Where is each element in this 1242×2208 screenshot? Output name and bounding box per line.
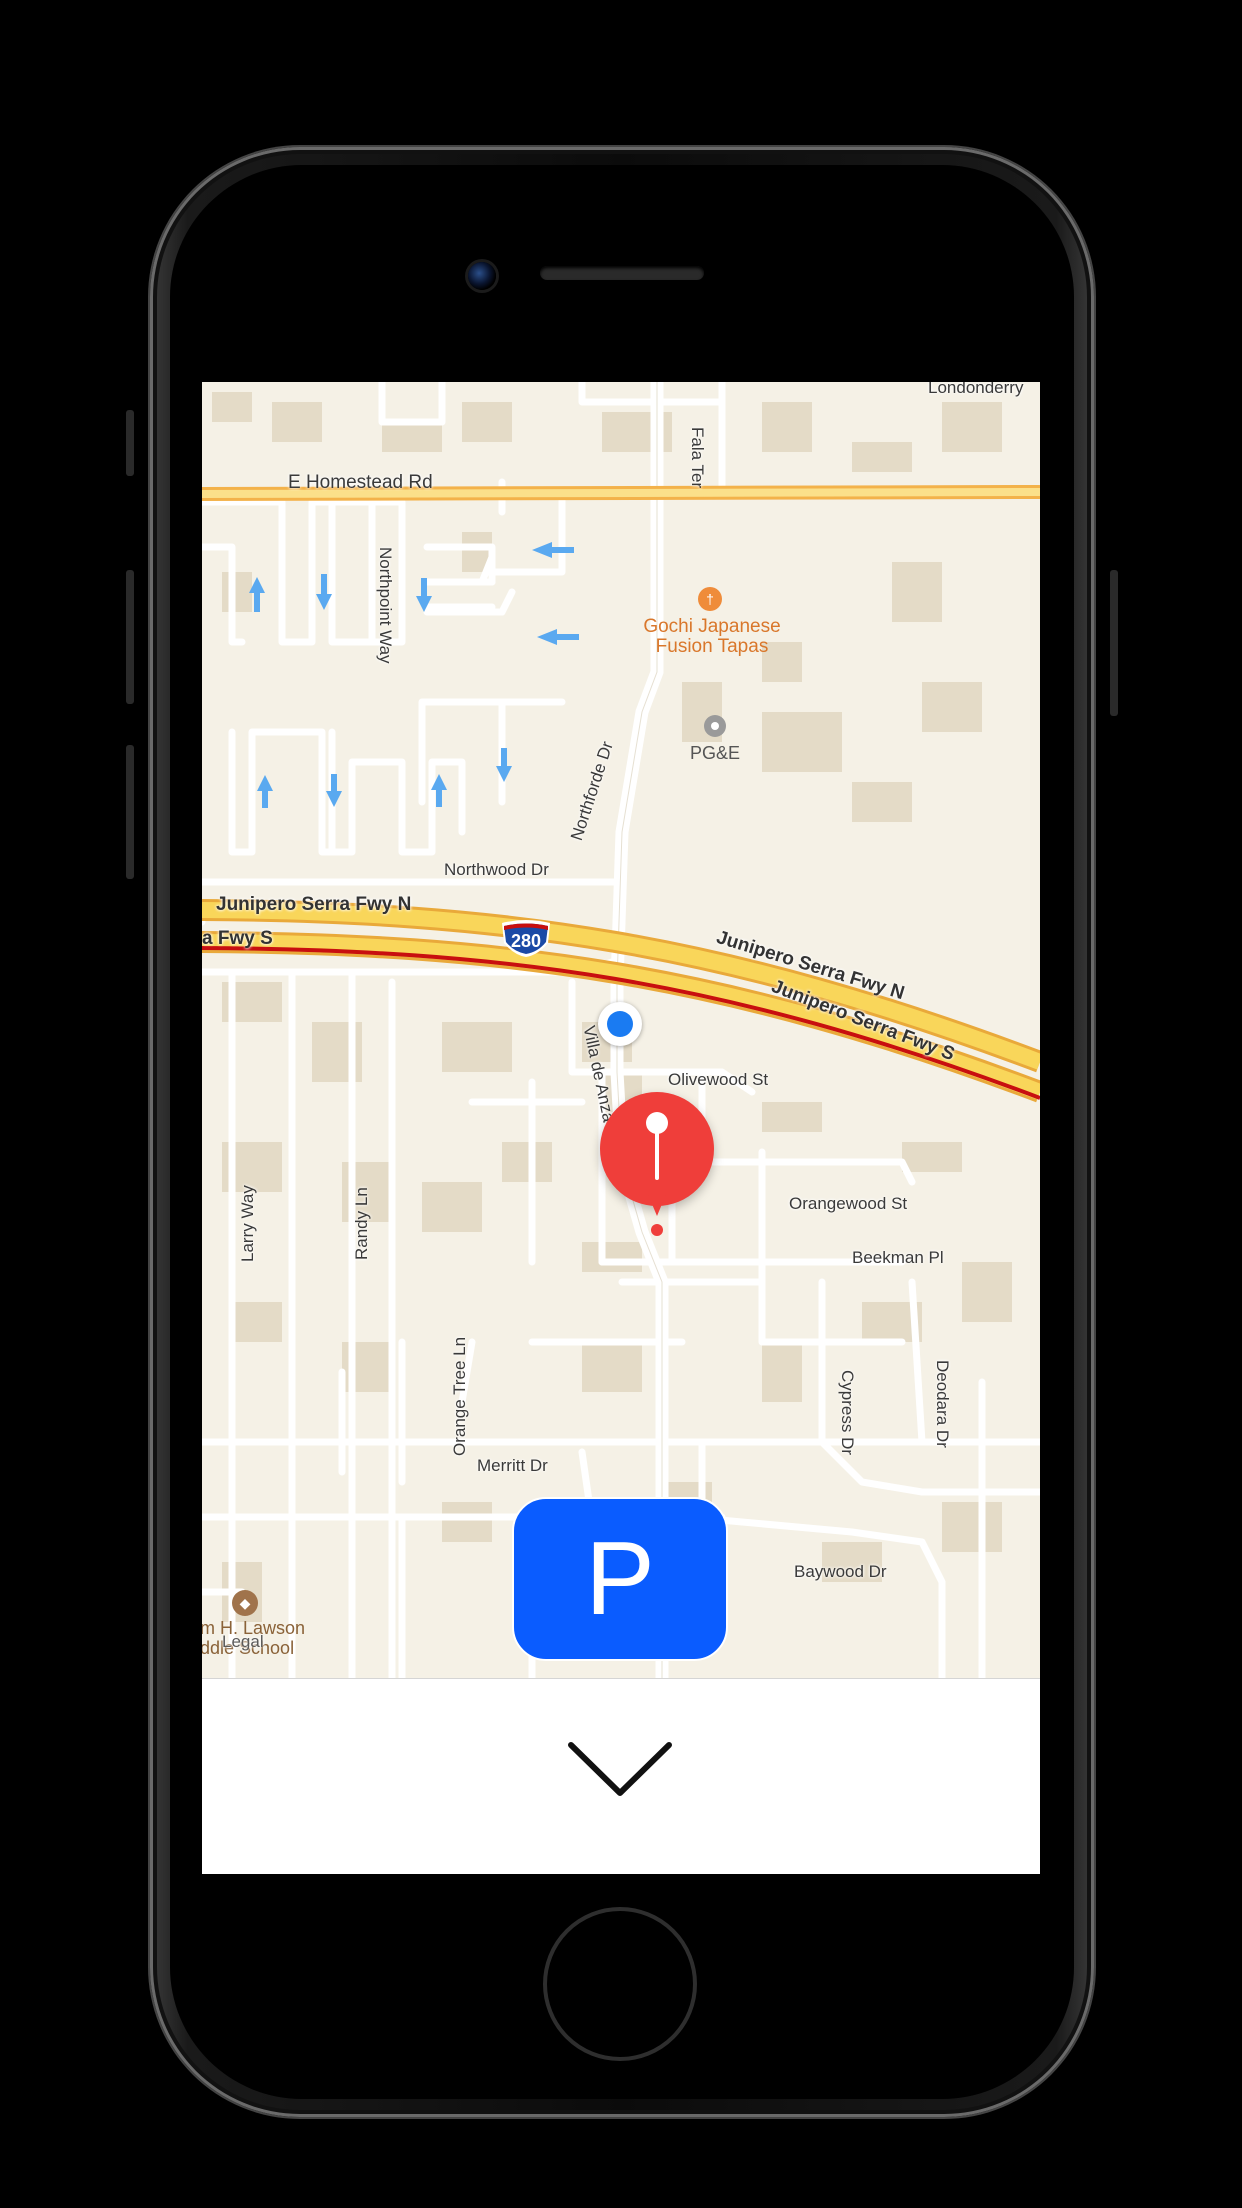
mute-switch	[126, 410, 134, 476]
front-camera	[468, 262, 496, 290]
street-label-cypress: Cypress Dr	[838, 1370, 857, 1456]
street-label-baywood: Baywood Dr	[794, 1562, 887, 1581]
shield-label: 280	[510, 931, 542, 951]
map-view[interactable]: 280 E Homestead Rd Londonderry Fala Ter …	[202, 382, 1040, 1678]
user-location-dot	[598, 1002, 642, 1046]
street-label-orange-tree: Orange Tree Ln	[450, 1336, 469, 1456]
earpiece-speaker	[540, 266, 704, 280]
home-button[interactable]	[543, 1907, 697, 2061]
street-label-junipero-s-left: a Fwy S	[202, 928, 273, 949]
parking-button[interactable]: P	[512, 1497, 728, 1661]
street-label-northwood: Northwood Dr	[444, 860, 549, 879]
interstate-280-shield: 280	[498, 917, 554, 957]
poi-utility-label: PG&E	[689, 743, 741, 763]
screen: 280 E Homestead Rd Londonderry Fala Ter …	[202, 382, 1040, 1874]
street-label-deodara: Deodara Dr	[933, 1360, 952, 1448]
poi-restaurant-label: Gochi Japanese Fusion Tapas	[643, 616, 781, 657]
volume-down-button	[126, 745, 134, 879]
street-label-randy: Randy Ln	[352, 1187, 371, 1260]
map-legal-link[interactable]: Legal	[222, 1632, 264, 1652]
street-label-beekman: Beekman Pl	[852, 1248, 944, 1267]
graduation-cap-icon: ◆	[232, 1590, 258, 1616]
pin-icon[interactable]	[600, 1092, 714, 1242]
power-button	[1110, 570, 1118, 716]
street-label-homestead: E Homestead Rd	[288, 472, 433, 493]
street-label-larry: Larry Way	[238, 1185, 257, 1262]
circle-dot-icon	[704, 715, 726, 737]
street-label-northpoint: Northpoint Way	[376, 547, 395, 664]
street-label-fala: Fala Ter	[688, 427, 707, 489]
bottom-panel	[202, 1678, 1040, 1874]
street-label-junipero-n-left: Junipero Serra Fwy N	[216, 894, 412, 915]
street-label-londonderry: Londonderry	[928, 382, 1024, 397]
chevron-down-icon[interactable]	[565, 1735, 675, 1805]
fork-knife-icon: †	[698, 587, 722, 611]
street-label-orangewood: Orangewood St	[789, 1194, 908, 1213]
street-label-olivewood: Olivewood St	[668, 1070, 769, 1089]
volume-up-button	[126, 570, 134, 704]
street-label-merritt: Merritt Dr	[477, 1456, 548, 1475]
